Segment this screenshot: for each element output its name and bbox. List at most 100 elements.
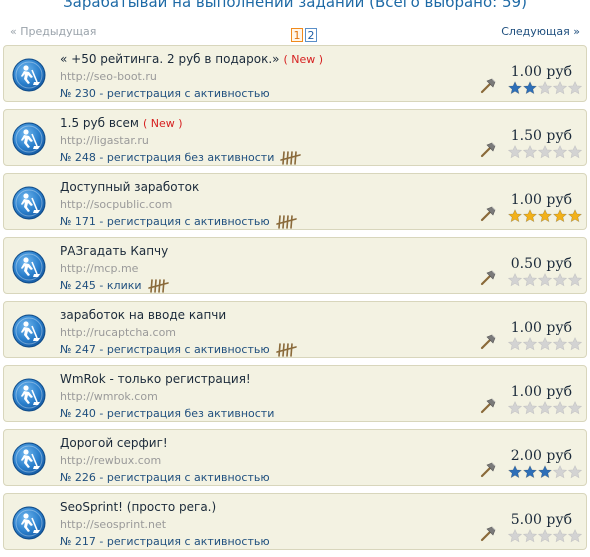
- rating-star-icon[interactable]: [537, 144, 553, 159]
- task-meta: № 248 - регистрация без активности: [60, 151, 302, 168]
- rating-star-icon[interactable]: [567, 464, 583, 479]
- rating-star-icon[interactable]: [522, 464, 538, 479]
- task-title[interactable]: SeoSprint! (просто рега.): [60, 500, 220, 514]
- rating-star-icon[interactable]: [537, 464, 553, 479]
- rating-star-icon[interactable]: [522, 528, 538, 543]
- rating-star-icon[interactable]: [507, 464, 523, 479]
- task-meta: № 240 - регистрация без активности: [60, 407, 274, 420]
- rating-star-icon[interactable]: [567, 336, 583, 351]
- rating-star-icon[interactable]: [507, 80, 523, 95]
- task-url: http://rewbux.com: [60, 454, 162, 467]
- rating-star-icon[interactable]: [567, 272, 583, 287]
- rating-star-icon[interactable]: [552, 208, 568, 223]
- rating-star-icon[interactable]: [507, 208, 523, 223]
- task-title-text[interactable]: SeoSprint! (просто рега.): [60, 500, 216, 514]
- rating-star-icon[interactable]: [567, 80, 583, 95]
- rating-star-icon[interactable]: [552, 528, 568, 543]
- task-url: http://socpublic.com: [60, 198, 173, 211]
- task-title-text[interactable]: Доступный заработок: [60, 180, 199, 194]
- task-title-text[interactable]: заработок на вводе капчи: [60, 308, 226, 322]
- task-url: http://seo-boot.ru: [60, 70, 157, 83]
- rating-stars: [507, 272, 583, 287]
- next-page-link[interactable]: Следующая »: [501, 25, 580, 38]
- hammer-icon[interactable]: [479, 397, 497, 415]
- rating-star-icon[interactable]: [567, 208, 583, 223]
- task-title-text[interactable]: « +50 рейтинга. 2 руб в подарок.»: [60, 52, 280, 66]
- rating-star-icon[interactable]: [537, 336, 553, 351]
- task-meta-text: № 245 - клики: [60, 279, 142, 292]
- task-title[interactable]: заработок на вводе капчи: [60, 308, 230, 322]
- rating-star-icon[interactable]: [522, 272, 538, 287]
- task-title[interactable]: РАЗгадать Капчу: [60, 244, 172, 258]
- task-title-text[interactable]: РАЗгадать Капчу: [60, 244, 168, 258]
- task-price: 1.00 руб: [510, 192, 572, 208]
- rating-star-icon[interactable]: [507, 144, 523, 159]
- task-price: 0.50 руб: [510, 256, 572, 272]
- rating-stars: [507, 528, 583, 543]
- task-row[interactable]: SeoSprint! (просто рега.) http://seosprin…: [3, 493, 587, 550]
- task-title-text[interactable]: WmRok - только регистрация!: [60, 372, 251, 386]
- rating-star-icon[interactable]: [552, 272, 568, 287]
- task-meta-text: № 226 - регистрация с активностью: [60, 471, 270, 484]
- task-row[interactable]: Доступный заработок http://socpublic.com №…: [3, 173, 587, 230]
- rating-star-icon[interactable]: [522, 400, 538, 415]
- task-title[interactable]: WmRok - только регистрация!: [60, 372, 255, 386]
- task-row[interactable]: WmRok - только регистрация! http://wmrok.…: [3, 365, 587, 422]
- page-link-2[interactable]: 2: [305, 28, 317, 42]
- rating-star-icon[interactable]: [537, 528, 553, 543]
- task-title[interactable]: « +50 рейтинга. 2 руб в подарок.»( New ): [60, 52, 323, 66]
- prev-page-link[interactable]: « Предыдущая: [10, 25, 96, 38]
- task-row[interactable]: 1.5 руб всем( New ) http://ligastar.ru № 2…: [3, 109, 587, 166]
- hammer-icon[interactable]: [479, 77, 497, 95]
- rating-star-icon[interactable]: [522, 208, 538, 223]
- page-link-1[interactable]: 1: [291, 28, 303, 42]
- worker-digging-icon: [12, 122, 46, 156]
- rating-star-icon[interactable]: [537, 400, 553, 415]
- rating-star-icon[interactable]: [522, 144, 538, 159]
- task-url: http://wmrok.com: [60, 390, 158, 403]
- rating-star-icon[interactable]: [522, 336, 538, 351]
- rating-star-icon[interactable]: [552, 464, 568, 479]
- task-meta-text: № 230 - регистрация с активностью: [60, 87, 270, 100]
- task-row[interactable]: Дорогой серфиг! http://rewbux.com № 226 - …: [3, 429, 587, 486]
- rating-star-icon[interactable]: [537, 208, 553, 223]
- task-meta: № 171 - регистрация с активностью: [60, 215, 298, 232]
- task-title-text[interactable]: 1.5 руб всем: [60, 116, 139, 130]
- hammer-icon[interactable]: [479, 461, 497, 479]
- rating-star-icon[interactable]: [552, 144, 568, 159]
- rating-stars: [507, 464, 583, 479]
- rating-star-icon[interactable]: [552, 400, 568, 415]
- rating-star-icon[interactable]: [507, 400, 523, 415]
- task-row[interactable]: « +50 рейтинга. 2 руб в подарок.»( New )…: [3, 45, 587, 102]
- rating-star-icon[interactable]: [552, 80, 568, 95]
- rating-star-icon[interactable]: [507, 272, 523, 287]
- task-row[interactable]: РАЗгадать Капчу http://mcp.me № 245 - клик…: [3, 237, 587, 294]
- rating-stars: [507, 208, 583, 223]
- task-url: http://mcp.me: [60, 262, 139, 275]
- task-title[interactable]: Доступный заработок: [60, 180, 203, 194]
- page-numbers: 12: [291, 24, 319, 43]
- hammer-icon[interactable]: [479, 333, 497, 351]
- task-title[interactable]: Дорогой серфиг!: [60, 436, 172, 450]
- rating-star-icon[interactable]: [567, 528, 583, 543]
- worker-digging-icon: [12, 186, 46, 220]
- rating-star-icon[interactable]: [537, 272, 553, 287]
- task-title[interactable]: 1.5 руб всем( New ): [60, 116, 183, 130]
- task-meta: № 226 - регистрация с активностью: [60, 471, 270, 484]
- rating-star-icon[interactable]: [507, 528, 523, 543]
- rating-star-icon[interactable]: [567, 144, 583, 159]
- rating-star-icon[interactable]: [537, 80, 553, 95]
- rating-star-icon[interactable]: [507, 336, 523, 351]
- task-price: 1.00 руб: [510, 384, 572, 400]
- task-title-text[interactable]: Дорогой серфиг!: [60, 436, 168, 450]
- task-price: 1.00 руб: [510, 64, 572, 80]
- hammer-icon[interactable]: [479, 205, 497, 223]
- rating-star-icon[interactable]: [522, 80, 538, 95]
- worker-digging-icon: [12, 378, 46, 412]
- rating-star-icon[interactable]: [567, 400, 583, 415]
- hammer-icon[interactable]: [479, 525, 497, 543]
- hammer-icon[interactable]: [479, 141, 497, 159]
- task-row[interactable]: заработок на вводе капчи http://rucaptcha…: [3, 301, 587, 358]
- rating-star-icon[interactable]: [552, 336, 568, 351]
- hammer-icon[interactable]: [479, 269, 497, 287]
